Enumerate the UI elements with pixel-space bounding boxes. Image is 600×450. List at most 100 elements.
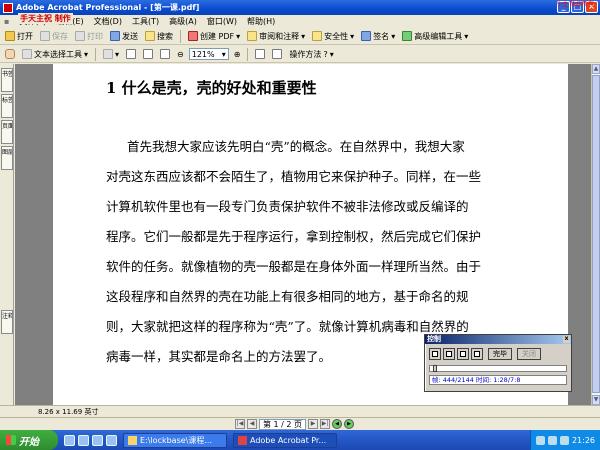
binoculars-icon xyxy=(145,31,155,41)
fit-width-button[interactable] xyxy=(158,49,172,59)
slider-knob[interactable] xyxy=(433,365,437,372)
zoom-out-button[interactable]: ⊖ xyxy=(175,50,186,59)
actual-size-button[interactable] xyxy=(124,49,138,59)
disabled-close-button[interactable]: 关闭 xyxy=(517,348,541,360)
chevron-down-icon: ▾ xyxy=(391,31,396,41)
tab-bookmarks[interactable]: 书签 xyxy=(1,68,13,92)
tab-tags[interactable]: 标签 xyxy=(1,94,13,118)
control-panel-title[interactable]: 控制 x xyxy=(425,335,571,344)
single-page-button[interactable] xyxy=(253,49,267,59)
folder-icon xyxy=(128,435,137,445)
view-toolbar: 文本选择工具 ▾ ▾ ⊖ 121% ▾ ⊕ 操作方法? ▾ xyxy=(0,46,600,63)
actions-button[interactable]: 操作方法? ▾ xyxy=(287,49,335,60)
pen-icon xyxy=(361,31,372,41)
chevron-down-icon: ▾ xyxy=(236,31,241,41)
quick-launch-icon[interactable] xyxy=(64,434,75,446)
menu-document[interactable]: 文档(D) xyxy=(94,16,122,27)
chevron-down-icon: ▾ xyxy=(464,31,469,41)
tray-icon[interactable] xyxy=(535,435,545,445)
quick-launch-icon[interactable] xyxy=(106,434,117,446)
progress-slider[interactable] xyxy=(429,365,567,372)
text-line: 对壳这东西应该都不会陌生了，植物用它来保护种子。同样，在一些 xyxy=(106,169,482,184)
menu-help[interactable]: 帮助(H) xyxy=(247,16,275,27)
chevron-down-icon: ▾ xyxy=(221,49,226,59)
toolbar-separator xyxy=(247,47,249,61)
fit-width-icon xyxy=(160,49,171,59)
select-text-button[interactable]: 文本选择工具 ▾ xyxy=(20,49,90,60)
finish-button[interactable]: 完毕 xyxy=(488,348,512,360)
task-explorer[interactable]: E:\lockbase\课程... xyxy=(123,432,227,448)
acrobat-app-icon xyxy=(3,2,13,13)
last-page-button[interactable]: ▶| xyxy=(320,419,331,429)
pause-button[interactable] xyxy=(443,348,455,360)
play-button[interactable] xyxy=(457,348,469,360)
zoom-value: 121% xyxy=(191,49,215,59)
review-comment-button[interactable]: 审阅和注释 ▾ xyxy=(245,31,307,42)
tray-icon[interactable] xyxy=(547,435,557,445)
page-number-field[interactable]: 第 1 / 2 页 xyxy=(259,418,307,430)
text-cursor-icon xyxy=(22,49,32,59)
forward-icon xyxy=(474,351,480,357)
text-line: 程序。它们一般都是先于程序运行，拿到控制权，然后完成它们保护 xyxy=(106,229,482,244)
save-button[interactable]: 保存 xyxy=(38,31,70,42)
zoom-combobox[interactable]: 121% ▾ xyxy=(188,48,229,60)
forward-button[interactable] xyxy=(471,348,483,360)
fit-page-button[interactable] xyxy=(141,49,155,59)
menu-window[interactable]: 窗口(W) xyxy=(207,16,237,27)
tab-layers[interactable]: 图层 xyxy=(1,146,13,170)
vertical-scrollbar[interactable]: ▲ ▼ xyxy=(591,64,600,405)
next-view-button[interactable]: ▶ xyxy=(344,419,355,429)
previous-page-button[interactable]: ◀ xyxy=(247,419,257,429)
text-line: 这段程序和自然界的壳在功能上有很多相同的地方，基于命名的规 xyxy=(106,289,469,304)
start-button[interactable]: 开始 xyxy=(0,430,58,450)
window-title: Adobe Acrobat Professional - [第一课.pdf] xyxy=(16,3,200,12)
scroll-thumb[interactable] xyxy=(592,75,600,393)
actual-size-icon xyxy=(126,49,137,59)
email-icon xyxy=(110,31,120,41)
control-buttons: 完毕 关闭 xyxy=(425,344,571,362)
zoom-out-icon: ⊖ xyxy=(177,49,184,59)
zoom-in-button[interactable]: ⊕ xyxy=(232,50,243,59)
quick-launch-icon[interactable] xyxy=(78,434,89,446)
windows-logo-icon xyxy=(6,435,16,445)
continuous-button[interactable] xyxy=(270,49,284,59)
frame-time-readout: 帧: 444/2144 时间: 1:28/7:8 xyxy=(429,375,567,385)
page-size-readout: 8.26 x 11.69 英寸 xyxy=(38,407,99,416)
control-close-button[interactable]: x xyxy=(563,336,570,343)
open-button[interactable]: 打开 xyxy=(3,31,35,42)
secure-button[interactable]: 安全性 ▾ xyxy=(310,31,356,42)
create-pdf-button[interactable]: 创建 PDF ▾ xyxy=(186,31,242,42)
hand-icon xyxy=(5,49,15,59)
clock: 21:26 xyxy=(571,435,595,445)
tab-comments[interactable]: 注释 xyxy=(1,310,13,334)
rewind-button[interactable] xyxy=(429,348,441,360)
next-page-button[interactable]: ▶ xyxy=(308,419,319,429)
text-line: 计算机软件里也有一段专门负责保护软件不被非法修改或反编译的 xyxy=(106,199,469,214)
first-page-button[interactable]: |◀ xyxy=(235,419,245,429)
previous-view-button[interactable]: ◀ xyxy=(332,419,343,429)
sign-button[interactable]: 签名 ▾ xyxy=(359,31,397,42)
advanced-edit-button[interactable]: 高级编辑工具 ▾ xyxy=(400,31,470,42)
scroll-down-button[interactable]: ▼ xyxy=(592,395,600,405)
save-icon xyxy=(40,31,50,41)
print-button[interactable]: 打印 xyxy=(73,31,105,42)
play-icon xyxy=(460,351,466,357)
search-button[interactable]: 搜索 xyxy=(143,31,175,42)
tab-pages[interactable]: 页面 xyxy=(1,120,13,144)
title-bar[interactable]: Adobe Acrobat Professional - [第一课.pdf] _… xyxy=(0,0,600,15)
quick-launch-icon[interactable] xyxy=(92,434,103,446)
print-icon xyxy=(75,31,85,41)
email-button[interactable]: 发送 xyxy=(108,31,140,42)
folder-icon xyxy=(5,31,15,41)
chevron-down-icon: ▾ xyxy=(350,31,355,41)
scroll-up-button[interactable]: ▲ xyxy=(592,64,600,74)
tray-icon[interactable] xyxy=(559,435,569,445)
hand-tool-button[interactable] xyxy=(3,49,17,59)
corner-label: 小主 版权所有 xyxy=(556,1,594,8)
menu-tools[interactable]: 工具(T) xyxy=(132,16,159,27)
task-acrobat[interactable]: Adobe Acrobat Pr... xyxy=(233,432,337,448)
menu-advanced[interactable]: 高级(A) xyxy=(169,16,197,27)
section-heading: 1 什么是壳，壳的好处和重要性 xyxy=(106,79,317,97)
acrobat-icon xyxy=(238,435,247,445)
zoom-tool-button[interactable]: ▾ xyxy=(101,49,121,59)
